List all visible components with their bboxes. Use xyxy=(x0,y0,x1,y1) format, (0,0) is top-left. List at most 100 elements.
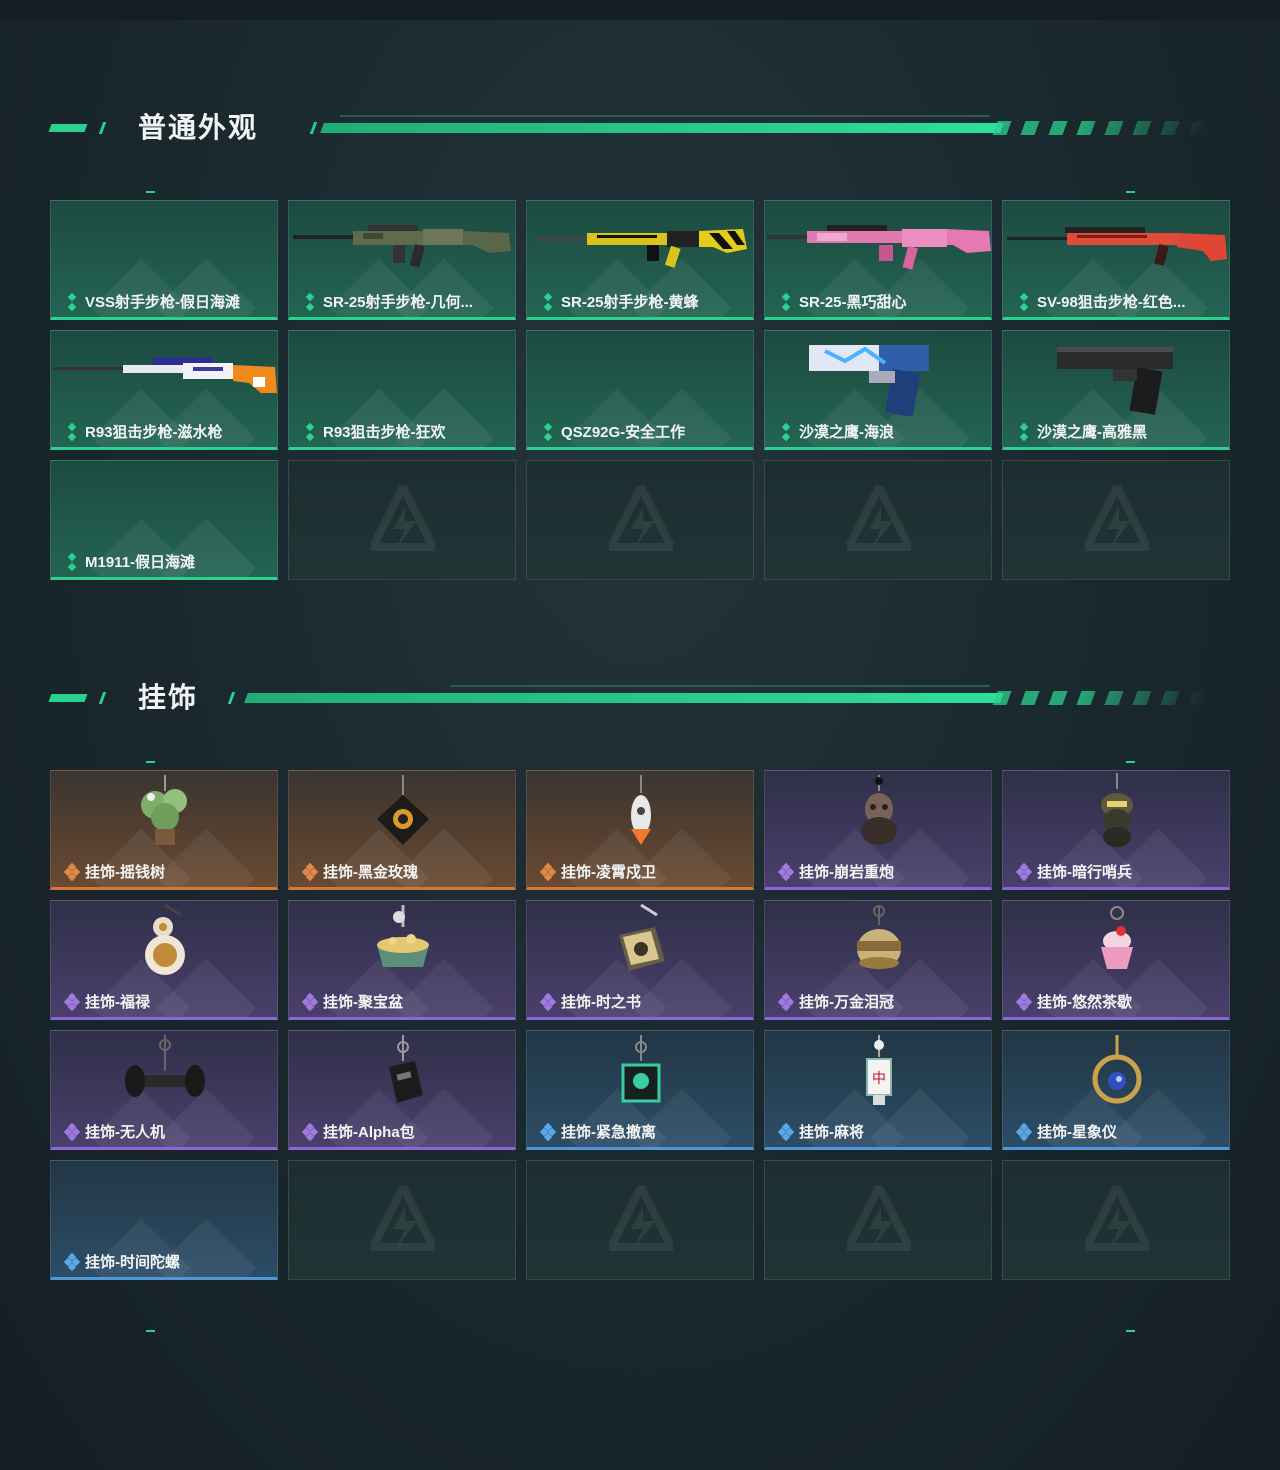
item-image xyxy=(289,901,515,986)
rarity-gem-icon xyxy=(777,862,795,881)
placeholder-logo-icon xyxy=(604,478,678,555)
corner-mark xyxy=(146,191,155,193)
item-name: 沙漠之鹰-海浪 xyxy=(799,424,894,441)
header-checker xyxy=(992,121,1208,135)
empty-slot xyxy=(526,460,754,580)
item-label-row: 挂饰-时间陀螺 xyxy=(63,1251,180,1272)
rarity-gem-icon xyxy=(539,992,557,1011)
section-title: 挂饰 xyxy=(138,681,199,714)
item-name: 挂饰-Alpha包 xyxy=(323,1124,415,1141)
item-image xyxy=(1003,901,1229,986)
item-card[interactable]: R93狙击步枪-滋水枪 xyxy=(50,330,278,450)
item-card[interactable]: 沙漠之鹰-海浪 xyxy=(764,330,992,450)
item-card[interactable]: 挂饰-Alpha包 xyxy=(288,1030,516,1150)
item-card[interactable]: SR-25射手步枪-几何... xyxy=(288,200,516,320)
item-card[interactable]: 挂饰-时间陀螺 xyxy=(50,1160,278,1280)
rarity-gem-icon xyxy=(779,292,793,311)
header-lead-bar xyxy=(48,694,88,702)
item-card[interactable]: SR-25射手步枪-黄蜂 xyxy=(526,200,754,320)
item-image xyxy=(527,901,753,986)
item-image xyxy=(51,901,277,986)
rarity-gem-icon xyxy=(1015,862,1033,881)
item-card[interactable]: 挂饰-福禄 xyxy=(50,900,278,1020)
rarity-gem-icon xyxy=(65,552,79,571)
item-label-row: SR-25射手步枪-黄蜂 xyxy=(541,291,699,312)
item-card[interactable]: SV-98狙击步枪-红色... xyxy=(1002,200,1230,320)
item-image xyxy=(1003,1031,1229,1116)
item-card[interactable]: QSZ92G-安全工作 xyxy=(526,330,754,450)
rarity-gem-icon xyxy=(1017,292,1031,311)
item-name: 挂饰-时间陀螺 xyxy=(85,1254,180,1271)
rarity-gem-icon xyxy=(1015,992,1033,1011)
corner-mark xyxy=(1126,1330,1135,1332)
empty-slot xyxy=(1002,460,1230,580)
item-card[interactable]: 挂饰-黑金玫瑰 xyxy=(288,770,516,890)
corner-mark xyxy=(1126,761,1135,763)
item-card[interactable]: 中挂饰-麻将 xyxy=(764,1030,992,1150)
item-card[interactable]: M1911-假日海滩 xyxy=(50,460,278,580)
empty-slot xyxy=(288,460,516,580)
placeholder-logo-icon xyxy=(366,478,440,555)
empty-slot xyxy=(764,1160,992,1280)
item-label-row: 挂饰-福禄 xyxy=(63,991,150,1012)
empty-slot xyxy=(1002,1160,1230,1280)
item-label-row: SR-25-黑巧甜心 xyxy=(779,291,907,312)
item-card[interactable]: 挂饰-星象仪 xyxy=(1002,1030,1230,1150)
item-card[interactable]: 挂饰-悠然茶歇 xyxy=(1002,900,1230,1020)
rarity-gem-icon xyxy=(63,1252,81,1271)
item-card[interactable]: SR-25-黑巧甜心 xyxy=(764,200,992,320)
item-card[interactable]: 挂饰-万金泪冠 xyxy=(764,900,992,1020)
rarity-gem-icon xyxy=(541,292,555,311)
item-image: 中 xyxy=(765,1031,991,1116)
item-image xyxy=(765,771,991,856)
rarity-gem-icon xyxy=(303,292,317,311)
header-lead-tick xyxy=(98,692,107,704)
item-card[interactable]: 挂饰-暗行哨兵 xyxy=(1002,770,1230,890)
rarity-gem-icon xyxy=(63,992,81,1011)
placeholder-logo-icon xyxy=(366,1178,440,1255)
item-name: 挂饰-万金泪冠 xyxy=(799,994,894,1011)
item-card[interactable]: R93狙击步枪-狂欢 xyxy=(288,330,516,450)
header-lead-tick xyxy=(98,122,107,134)
rarity-gem-icon xyxy=(541,422,555,441)
item-card[interactable]: 挂饰-时之书 xyxy=(526,900,754,1020)
item-name: VSS射手步枪-假日海滩 xyxy=(85,294,241,311)
item-card[interactable]: VSS射手步枪-假日海滩 xyxy=(50,200,278,320)
item-label-row: 挂饰-崩岩重炮 xyxy=(777,861,894,882)
header-tick xyxy=(309,122,318,134)
item-name: SV-98狙击步枪-红色... xyxy=(1037,294,1186,311)
item-image xyxy=(1003,331,1229,416)
item-card[interactable]: 挂饰-紧急撤离 xyxy=(526,1030,754,1150)
corner-mark xyxy=(146,761,155,763)
item-card[interactable]: 挂饰-凌霄戍卫 xyxy=(526,770,754,890)
item-card[interactable]: 挂饰-聚宝盆 xyxy=(288,900,516,1020)
header-bar xyxy=(320,123,1004,133)
item-label-row: SR-25射手步枪-几何... xyxy=(303,291,473,312)
item-card[interactable]: 挂饰-无人机 xyxy=(50,1030,278,1150)
svg-text:中: 中 xyxy=(872,1071,886,1087)
item-name: 挂饰-无人机 xyxy=(85,1124,165,1141)
header-tick xyxy=(227,692,236,704)
item-label-row: 挂饰-悠然茶歇 xyxy=(1015,991,1132,1012)
top-bar xyxy=(0,0,1280,20)
item-card[interactable]: 挂饰-崩岩重炮 xyxy=(764,770,992,890)
item-label-row: 沙漠之鹰-高雅黑 xyxy=(1017,421,1147,442)
header-thin-line xyxy=(340,115,990,117)
header-bar xyxy=(244,693,1004,703)
item-name: 挂饰-崩岩重炮 xyxy=(799,864,894,881)
item-label-row: 挂饰-无人机 xyxy=(63,1121,165,1142)
placeholder-logo-icon xyxy=(604,1178,678,1255)
item-label-row: VSS射手步枪-假日海滩 xyxy=(65,291,240,312)
item-label-row: 挂饰-时之书 xyxy=(539,991,641,1012)
item-image xyxy=(765,331,991,418)
item-name: M1911-假日海滩 xyxy=(85,554,196,571)
item-card[interactable]: 沙漠之鹰-高雅黑 xyxy=(1002,330,1230,450)
item-name: R93狙击步枪-狂欢 xyxy=(323,424,446,441)
item-image xyxy=(527,771,753,856)
item-image xyxy=(765,901,991,986)
item-image xyxy=(1003,771,1229,856)
item-image xyxy=(765,201,991,286)
item-card[interactable]: 挂饰-摇钱树 xyxy=(50,770,278,890)
header-lead-bar xyxy=(48,124,88,132)
rarity-gem-icon xyxy=(65,292,79,311)
